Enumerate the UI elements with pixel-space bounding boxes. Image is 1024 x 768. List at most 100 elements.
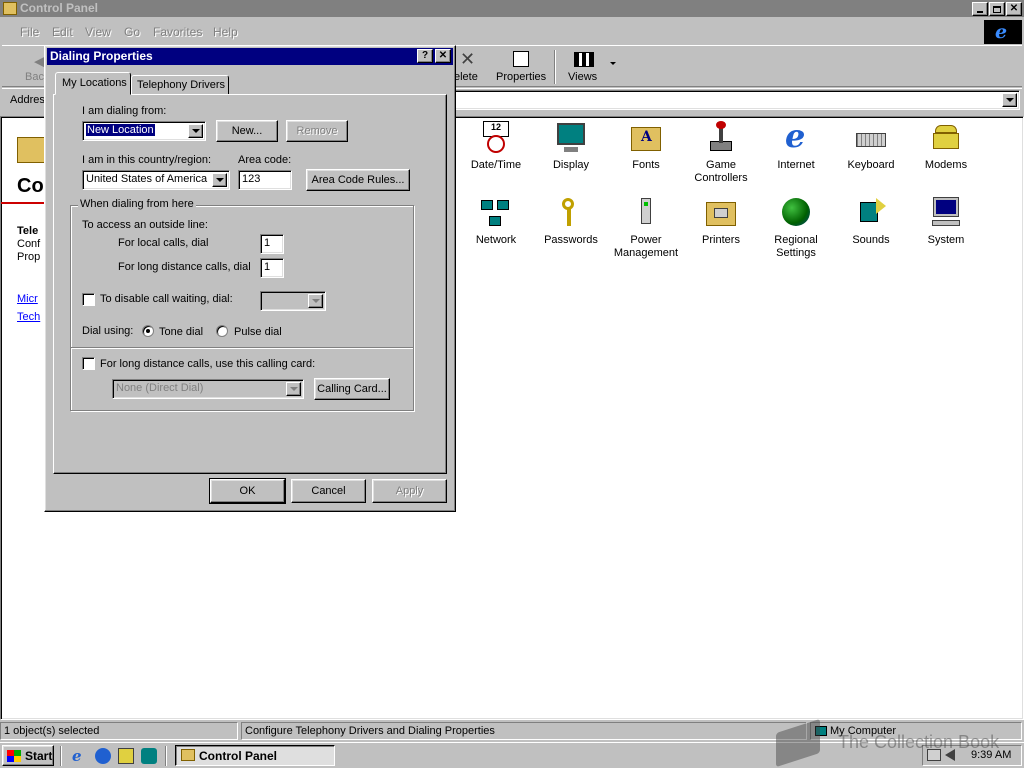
ok-button[interactable]: OK — [210, 479, 285, 503]
new-location-button[interactable]: New... — [216, 120, 278, 142]
country-select[interactable]: United States of America — [82, 170, 230, 190]
area-code-rules-button[interactable]: Area Code Rules... — [306, 169, 410, 191]
technical-support-link[interactable]: Tech — [17, 311, 40, 323]
internet-explorer-icon: e — [785, 117, 806, 155]
task-label: Control Panel — [199, 749, 278, 763]
fonts-item[interactable]: A Fonts — [611, 121, 681, 172]
area-code-label: Area code: — [238, 154, 292, 166]
new-button-label: New... — [231, 125, 263, 137]
internet-item[interactable]: e Internet — [761, 117, 831, 172]
menu-edit[interactable]: Edit — [52, 25, 73, 39]
views-button[interactable]: Views — [566, 50, 606, 84]
date-time-item[interactable]: 12 Date/Time — [461, 121, 531, 172]
show-desktop-quicklaunch-icon[interactable] — [118, 748, 134, 764]
cancel-button[interactable]: Cancel — [291, 479, 366, 503]
close-button[interactable]: ✕ — [1006, 2, 1022, 16]
minimize-icon — [977, 11, 983, 13]
call-waiting-checkbox[interactable] — [82, 293, 95, 306]
start-button[interactable]: Start — [2, 745, 54, 766]
game-controllers-item[interactable]: Game Controllers — [686, 121, 756, 185]
pulse-dial-radio[interactable] — [216, 325, 228, 337]
apply-button[interactable]: Apply — [372, 479, 447, 503]
close-icon: ✕ — [438, 50, 448, 61]
country-value: United States of America — [86, 173, 208, 185]
network-item[interactable]: Network — [461, 196, 531, 247]
address-label: Addres — [10, 94, 45, 106]
local-calls-input[interactable]: 1 — [260, 234, 284, 254]
keyboard-label: Keyboard — [847, 159, 895, 171]
tab-panel: I am dialing from: New Location New... R… — [53, 94, 447, 474]
left-pane-heading: Co — [17, 175, 44, 197]
power-management-label: Power Management — [613, 234, 679, 259]
calling-card-button-label: Calling Card... — [317, 383, 387, 395]
passwords-item[interactable]: Passwords — [536, 196, 606, 247]
channels-quicklaunch-icon[interactable] — [141, 748, 157, 764]
location-select[interactable]: New Location — [82, 121, 206, 141]
menu-help[interactable]: Help — [213, 25, 238, 39]
system-item[interactable]: System — [911, 196, 981, 247]
remove-location-button[interactable]: Remove — [286, 120, 348, 142]
tab-my-locations[interactable]: My Locations — [55, 72, 131, 95]
help-button[interactable]: ? — [417, 49, 433, 63]
book-logo-icon — [776, 718, 820, 768]
sounds-item[interactable]: Sounds — [836, 196, 906, 247]
delete-x-icon: ✕ — [460, 49, 476, 69]
description-line: Conf — [17, 238, 41, 250]
status-description: Configure Telephony Drivers and Dialing … — [245, 725, 495, 737]
computer-icon — [929, 196, 963, 230]
main-title-bar[interactable]: Control Panel — [0, 0, 1024, 17]
dialog-close-button[interactable]: ✕ — [435, 49, 451, 63]
dialog-title-bar[interactable]: Dialing Properties — [47, 48, 453, 65]
call-waiting-select[interactable] — [260, 291, 326, 311]
calling-card-dropdown-icon[interactable] — [286, 382, 301, 396]
country-dropdown-icon[interactable] — [212, 173, 227, 187]
modems-item[interactable]: Modems — [911, 121, 981, 172]
ok-button-label: OK — [239, 485, 256, 497]
minimize-button[interactable] — [972, 2, 988, 16]
location-dropdown-icon[interactable] — [188, 124, 203, 138]
ie-quicklaunch-icon[interactable]: e — [72, 748, 88, 764]
main-window-title: Control Panel — [20, 1, 99, 15]
ie-logo-icon: e — [995, 21, 1008, 43]
calling-card-checkbox[interactable] — [82, 357, 95, 370]
microsoft-link[interactable]: Micr — [17, 293, 38, 305]
calling-card-select[interactable]: None (Direct Dial) — [112, 379, 304, 399]
delete-button[interactable]: ✕ elete — [452, 49, 488, 84]
status-selected: 1 object(s) selected — [4, 725, 100, 737]
tone-dial-radio[interactable] — [142, 325, 154, 337]
area-code-input[interactable]: 123 — [238, 170, 292, 190]
display-item[interactable]: Display — [536, 121, 606, 172]
tab-telephony-drivers-label: Telephony Drivers — [137, 79, 226, 91]
description-line: Prop — [17, 251, 41, 263]
close-icon: ✕ — [1009, 3, 1019, 14]
properties-button[interactable]: Properties — [496, 50, 550, 84]
views-label: Views — [568, 71, 598, 83]
menu-go[interactable]: Go — [124, 25, 140, 39]
dialing-from-label: I am dialing from: — [82, 105, 167, 117]
calling-card-button[interactable]: Calling Card... — [314, 378, 390, 400]
address-dropdown-icon[interactable] — [1002, 93, 1017, 107]
menu-view[interactable]: View — [85, 25, 111, 39]
sounds-label: Sounds — [852, 234, 890, 246]
tab-telephony-drivers[interactable]: Telephony Drivers — [131, 75, 229, 95]
power-management-item[interactable]: Power Management — [611, 196, 681, 260]
keyboard-item[interactable]: Keyboard — [836, 121, 906, 172]
keyboard-icon — [854, 121, 888, 155]
back-label: Bac — [25, 71, 44, 83]
regional-settings-item[interactable]: Regional Settings — [761, 196, 831, 260]
outlook-express-quicklaunch-icon[interactable] — [95, 748, 111, 764]
task-button-control-panel[interactable]: Control Panel — [175, 745, 335, 766]
call-waiting-dropdown-icon[interactable] — [308, 294, 323, 308]
local-calls-label: For local calls, dial — [118, 237, 209, 249]
delete-label: elete — [454, 71, 478, 83]
long-distance-input[interactable]: 1 — [260, 258, 284, 278]
passwords-label: Passwords — [544, 234, 598, 246]
long-distance-value: 1 — [264, 261, 271, 273]
menu-file[interactable]: File — [20, 25, 39, 39]
call-waiting-label: To disable call waiting, dial: — [100, 293, 233, 305]
views-dropdown-arrow[interactable] — [610, 62, 616, 65]
menu-favorites[interactable]: Favorites — [153, 25, 202, 39]
printers-item[interactable]: Printers — [686, 196, 756, 247]
restore-button[interactable] — [989, 2, 1005, 16]
calling-card-value: None (Direct Dial) — [116, 382, 204, 394]
